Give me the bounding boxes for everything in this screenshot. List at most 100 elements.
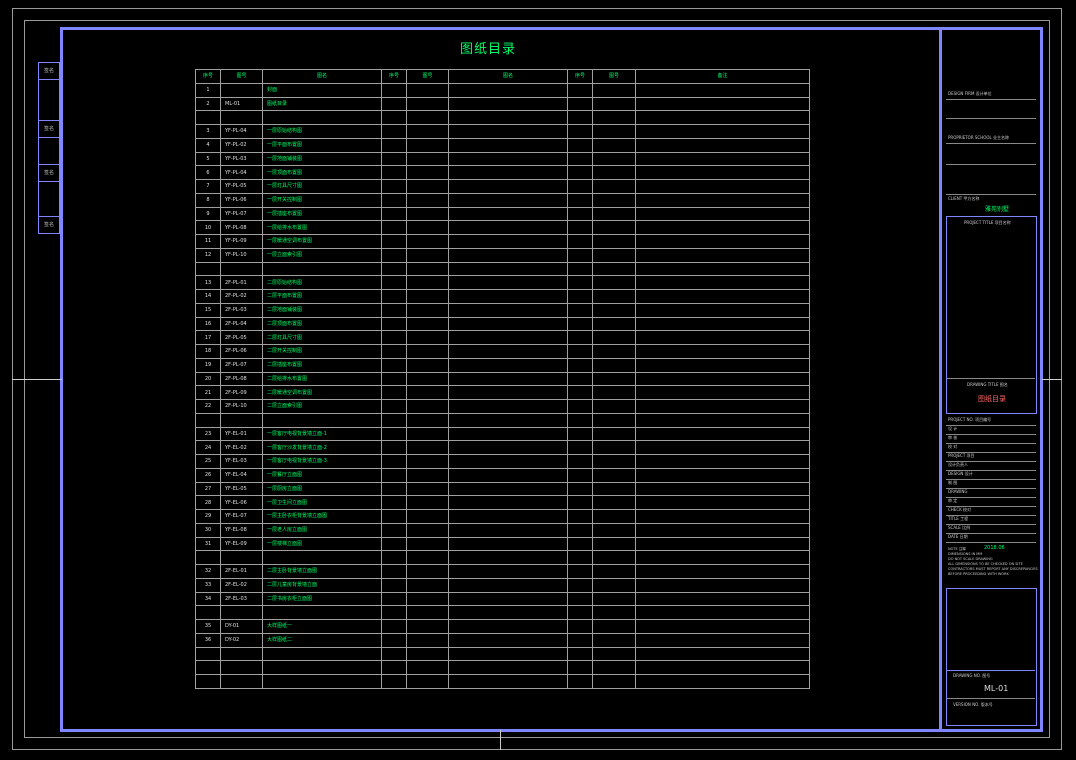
table-cell: 二层暖通空调布置图 <box>262 385 382 400</box>
table-cell <box>635 509 810 524</box>
table-cell <box>448 632 568 648</box>
table-cell: 6 <box>195 165 221 180</box>
table-cell: 29 <box>195 509 221 524</box>
table-cell: 2F-PL-02 <box>220 289 263 304</box>
table-cell <box>406 275 449 290</box>
table-row: 10 YF-PL-08 一层给排水布置图 <box>195 220 810 235</box>
table-cell <box>262 550 382 565</box>
table-row <box>195 412 810 428</box>
table-cell <box>381 275 407 290</box>
title-block-row-label: CHECK 校对 <box>948 507 972 512</box>
table-cell <box>448 412 568 428</box>
table-cell <box>592 440 636 455</box>
table-row: 22 2F-PL-10 二层立面索引图 <box>195 399 810 414</box>
table-cell: 23 <box>195 426 221 442</box>
header-cell: 序号 <box>567 69 593 84</box>
table-cell <box>406 371 449 387</box>
center-mark-right <box>1042 379 1062 380</box>
tb-rule <box>946 143 1036 144</box>
table-cell <box>567 632 593 648</box>
table-cell <box>406 467 449 483</box>
table-cell: 4 <box>195 137 221 153</box>
table-cell <box>381 426 407 442</box>
table-cell <box>406 261 449 277</box>
table-cell: 2F-EL-03 <box>220 591 263 607</box>
table-row <box>195 110 810 125</box>
table-cell <box>406 550 449 565</box>
note-line: ALL DIMENSIONS TO BE CHECKED ON SITE <box>948 562 1023 566</box>
table-cell <box>592 564 636 579</box>
center-mark-left <box>12 379 62 380</box>
table-row: 31 YF-EL-09 一层楼梯立面图 <box>195 536 810 552</box>
table-cell <box>406 124 449 139</box>
table-cell: YF-EL-04 <box>220 467 263 483</box>
table-cell: 34 <box>195 591 221 607</box>
table-cell <box>635 495 810 510</box>
table-row: 30 YF-EL-08 一层老人房立面图 <box>195 522 810 538</box>
tb-rule <box>946 434 1036 435</box>
table-cell <box>448 619 568 634</box>
client-label: CLIENT 甲方名称 <box>948 196 980 201</box>
table-cell <box>195 412 221 428</box>
table-row: 32 2F-EL-01 二层主卧背景墙立面图 <box>195 564 810 579</box>
table-row <box>195 550 810 565</box>
table-cell: 2F-PL-06 <box>220 344 263 359</box>
table-cell: 二层儿童房背景墙立面 <box>262 577 382 593</box>
table-cell <box>567 550 593 565</box>
table-cell <box>406 151 449 167</box>
table-cell <box>448 495 568 510</box>
table-cell: 一层地面铺装图 <box>262 151 382 167</box>
table-cell <box>635 371 810 387</box>
side-cell <box>39 80 59 121</box>
table-cell: 10 <box>195 220 221 235</box>
table-cell <box>635 330 810 345</box>
table-cell <box>381 220 407 235</box>
table-cell <box>406 385 449 400</box>
table-cell <box>635 481 810 497</box>
table-cell: YF-EL-06 <box>220 495 263 510</box>
table-cell <box>592 206 636 222</box>
drawing-no-label: DRAWING NO. 图号 <box>953 673 991 678</box>
client-name: 雅苑别墅 <box>985 206 1010 213</box>
table-cell: YF-PL-04 <box>220 124 263 139</box>
table-cell <box>448 509 568 524</box>
table-cell <box>635 426 810 442</box>
table-cell <box>635 550 810 565</box>
table-cell: YF-PL-02 <box>220 137 263 153</box>
table-cell <box>567 357 593 373</box>
table-row: 12 YF-PL-10 一层立面索引图 <box>195 247 810 263</box>
table-row: 7 YF-PL-05 一层灯具尺寸图 <box>195 179 810 194</box>
table-cell <box>448 261 568 277</box>
table-row: 28 YF-EL-06 一层卫生间立面图 <box>195 495 810 510</box>
table-cell <box>635 577 810 593</box>
table-row: 21 2F-PL-09 二层暖通空调布置图 <box>195 385 810 400</box>
table-cell: 封面 <box>262 82 382 98</box>
table-cell <box>406 591 449 607</box>
title-block-row-label: PROJECT 项目 <box>948 453 975 458</box>
table-cell: 一层客厅电视背景墙立面-1 <box>262 426 382 442</box>
table-cell <box>592 605 636 620</box>
table-cell: 2 <box>195 96 221 112</box>
table-cell <box>448 605 568 620</box>
table-cell <box>567 522 593 538</box>
table-cell: YF-EL-05 <box>220 481 263 497</box>
table-cell <box>406 289 449 304</box>
table-cell <box>567 82 593 98</box>
table-row: 14 2F-PL-02 二层平面布置图 <box>195 289 810 304</box>
table-cell <box>448 550 568 565</box>
table-cell <box>381 577 407 593</box>
table-row <box>195 660 810 675</box>
table-cell: 一层老人房立面图 <box>262 522 382 538</box>
table-row: 11 YF-PL-09 一层暖通空调布置图 <box>195 234 810 249</box>
table-cell <box>381 399 407 414</box>
table-cell <box>448 289 568 304</box>
table-row: 20 2F-PL-08 二层给排水布置图 <box>195 371 810 387</box>
table-cell: 一层插座布置图 <box>262 206 382 222</box>
side-cell: 签名 <box>43 222 54 228</box>
table-cell <box>381 96 407 112</box>
table-cell <box>592 151 636 167</box>
table-cell <box>406 357 449 373</box>
table-cell <box>262 412 382 428</box>
table-cell: 一层灯具尺寸图 <box>262 179 382 194</box>
tb-rule <box>946 443 1036 444</box>
